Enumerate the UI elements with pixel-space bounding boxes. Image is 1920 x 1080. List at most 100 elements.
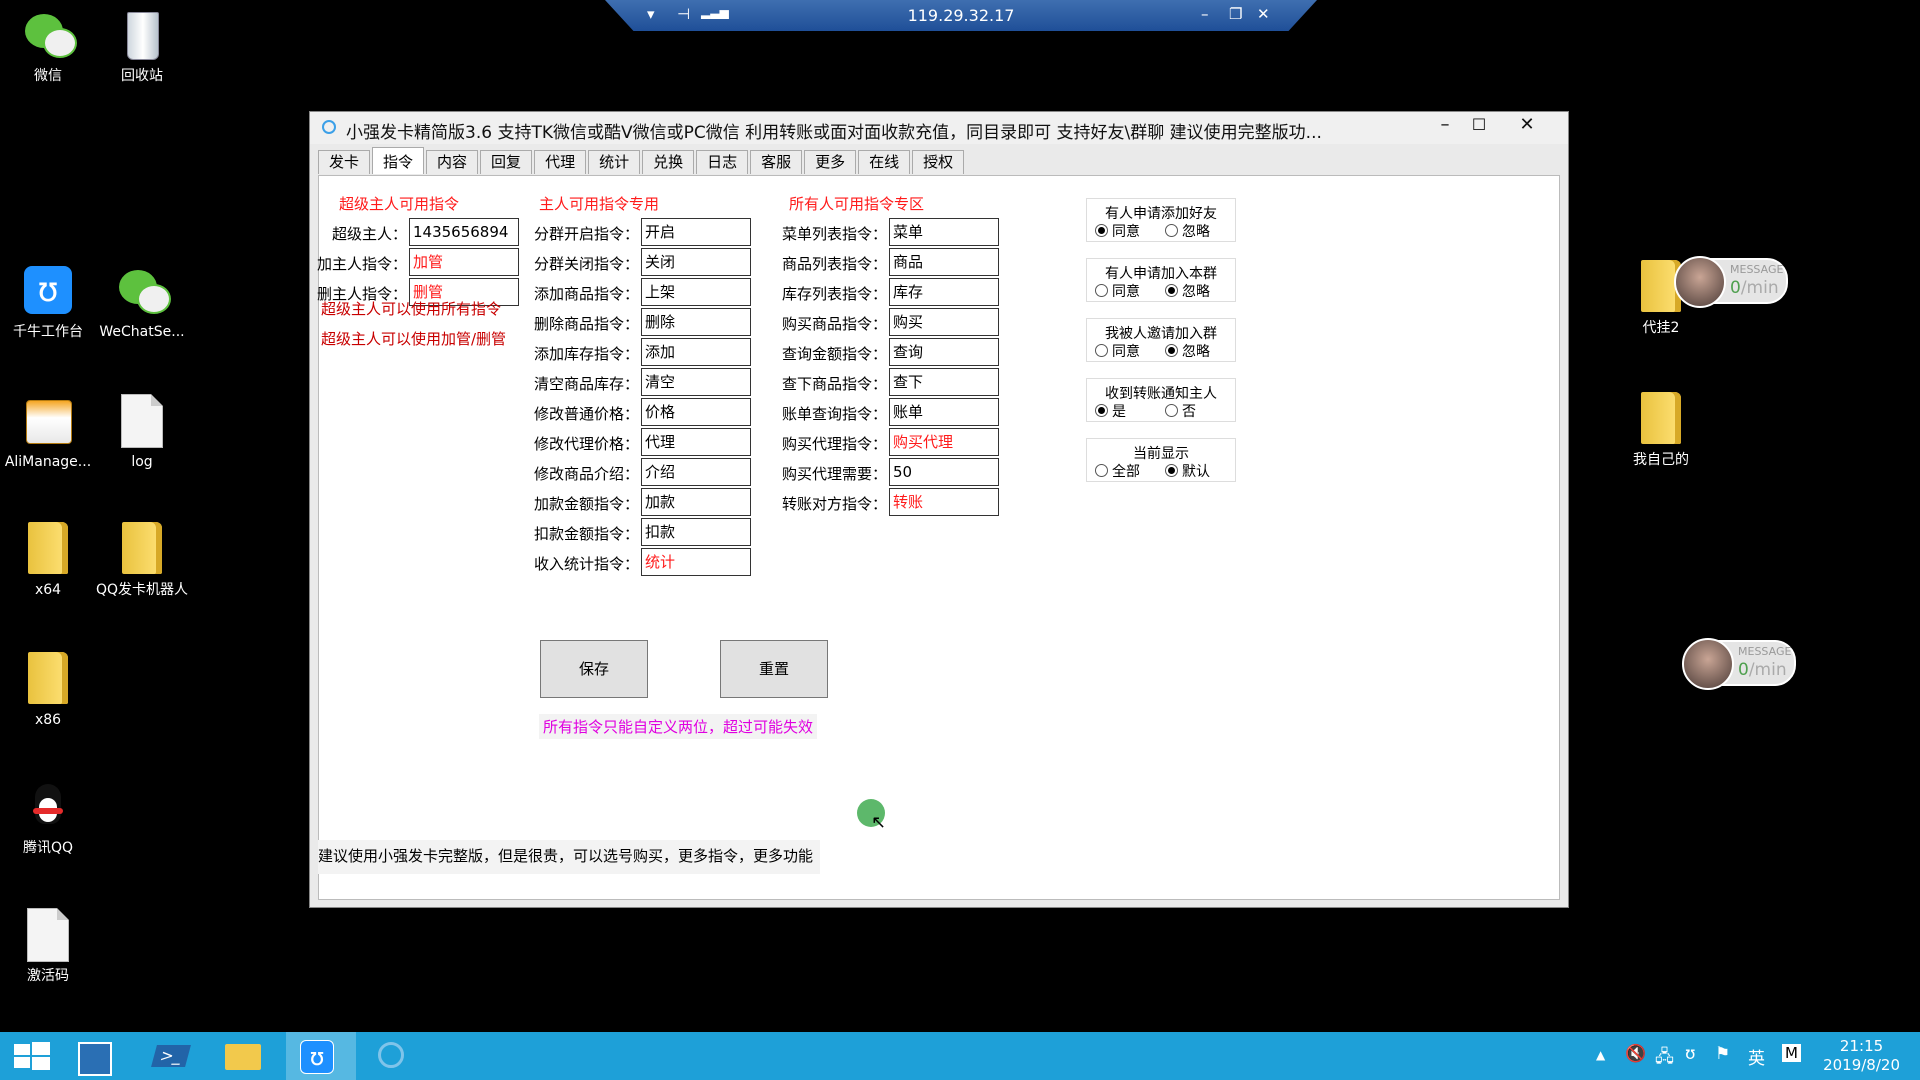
file-explorer-icon[interactable]: [215, 1032, 285, 1080]
radio-option[interactable]: 否: [1165, 401, 1196, 421]
radio-option[interactable]: 全部: [1095, 461, 1140, 481]
desktop-icon-qq-card-robot[interactable]: QQ发卡机器人: [94, 522, 190, 599]
radio-option[interactable]: 同意: [1095, 221, 1140, 241]
save-button[interactable]: 保存: [540, 640, 648, 698]
radio-button-icon[interactable]: [1095, 284, 1108, 297]
radio-option[interactable]: 默认: [1165, 461, 1210, 481]
tab-redeem[interactable]: 兑换: [642, 150, 695, 174]
command-input[interactable]: 查询: [889, 338, 999, 366]
command-input[interactable]: 1435656894: [409, 218, 519, 246]
radio-option[interactable]: 是: [1095, 401, 1126, 421]
window-titlebar[interactable]: 小强发卡精简版3.6 支持TK微信或酷V微信或PC微信 利用转账或面对面收款充值…: [310, 112, 1568, 144]
radio-option[interactable]: 同意: [1095, 341, 1140, 361]
command-input[interactable]: 购买: [889, 308, 999, 336]
command-input[interactable]: 库存: [889, 278, 999, 306]
desktop-icon-tencent-qq[interactable]: 腾讯QQ: [0, 780, 96, 857]
radio-button-icon[interactable]: [1165, 404, 1178, 417]
reset-button[interactable]: 重置: [720, 640, 828, 698]
command-input[interactable]: 购买代理: [889, 428, 999, 456]
message-rate-widget[interactable]: MESSAGE 0/min: [1674, 256, 1788, 308]
desktop-icon-wechat[interactable]: 微信: [0, 8, 96, 85]
command-input[interactable]: 商品: [889, 248, 999, 276]
message-widget-title: MESSAGE: [1738, 645, 1792, 658]
tab-reply[interactable]: 回复: [480, 150, 533, 174]
radio-option-label: 同意: [1112, 344, 1140, 360]
desktop-icon-x64[interactable]: x64: [0, 522, 96, 599]
command-input[interactable]: 价格: [641, 398, 751, 426]
maximize-button[interactable]: ☐: [1462, 112, 1496, 140]
command-input[interactable]: 代理: [641, 428, 751, 456]
radio-button-icon[interactable]: [1165, 224, 1178, 237]
command-input[interactable]: 转账: [889, 488, 999, 516]
message-rate-widget[interactable]: MESSAGE 0/min: [1682, 638, 1796, 690]
radio-button-icon[interactable]: [1095, 224, 1108, 237]
command-input[interactable]: 统计: [641, 548, 751, 576]
qianniu-taskbar-icon[interactable]: ʊ: [286, 1032, 356, 1080]
restore-icon[interactable]: ❐: [1229, 5, 1242, 23]
desktop-icon-my-own[interactable]: 我自己的: [1613, 392, 1709, 469]
radio-option[interactable]: 忽略: [1165, 281, 1210, 301]
tab-customer-service[interactable]: 客服: [750, 150, 803, 174]
ime-mode-indicator[interactable]: M: [1782, 1044, 1801, 1062]
start-button[interactable]: [0, 1032, 70, 1080]
command-input[interactable]: 50: [889, 458, 999, 486]
command-input[interactable]: 清空: [641, 368, 751, 396]
radio-option[interactable]: 同意: [1095, 281, 1140, 301]
tab-fa-ka[interactable]: 发卡: [318, 150, 371, 174]
network-icon[interactable]: 🖧: [1655, 1044, 1674, 1073]
command-input[interactable]: 加款: [641, 488, 751, 516]
radio-option[interactable]: 忽略: [1165, 221, 1210, 241]
app-taskbar-icon[interactable]: [358, 1032, 428, 1080]
tab-content[interactable]: 内容: [426, 150, 479, 174]
desktop-icon-alimanager[interactable]: AliManage...: [0, 394, 96, 471]
desktop-icon-wechat-setup[interactable]: WeChatSe...: [94, 264, 190, 341]
powershell-icon[interactable]: >_: [140, 1032, 210, 1080]
command-input[interactable]: 添加: [641, 338, 751, 366]
desktop-icon-x86[interactable]: x86: [0, 652, 96, 729]
radio-button-icon[interactable]: [1095, 344, 1108, 357]
radio-option[interactable]: 忽略: [1165, 341, 1210, 361]
command-input[interactable]: 删除: [641, 308, 751, 336]
command-input[interactable]: 加管: [409, 248, 519, 276]
close-button[interactable]: ✕: [1510, 112, 1544, 140]
radio-button-icon[interactable]: [1095, 404, 1108, 417]
qianniu-tray-icon[interactable]: ʊ: [1685, 1044, 1696, 1064]
tab-commands[interactable]: 指令: [372, 147, 425, 174]
window-title: 小强发卡精简版3.6 支持TK微信或酷V微信或PC微信 利用转账或面对面收款充值…: [346, 123, 1322, 143]
radio-button-icon[interactable]: [1165, 284, 1178, 297]
desktop-icon-recycle-bin[interactable]: 回收站: [94, 8, 190, 85]
command-input[interactable]: 账单: [889, 398, 999, 426]
command-input[interactable]: 菜单: [889, 218, 999, 246]
tab-agent[interactable]: 代理: [534, 150, 587, 174]
wechat-icon: [21, 8, 77, 62]
radio-button-icon[interactable]: [1165, 344, 1178, 357]
tab-statistics[interactable]: 统计: [588, 150, 641, 174]
show-hidden-icons[interactable]: ▲: [1596, 1048, 1605, 1062]
folder-icon: [21, 522, 75, 576]
radio-button-icon[interactable]: [1095, 464, 1108, 477]
command-input[interactable]: 关闭: [641, 248, 751, 276]
tab-more[interactable]: 更多: [804, 150, 857, 174]
volume-muted-icon[interactable]: 🔇: [1625, 1044, 1646, 1064]
option-group: 当前显示 全部 默认: [1086, 438, 1236, 482]
close-icon[interactable]: ✕: [1257, 5, 1270, 23]
flag-icon[interactable]: ⚑: [1715, 1044, 1730, 1064]
tab-online[interactable]: 在线: [858, 150, 911, 174]
desktop-icon-log[interactable]: log: [94, 394, 190, 471]
radio-button-icon[interactable]: [1165, 464, 1178, 477]
minimize-icon[interactable]: –: [1201, 5, 1209, 23]
command-input[interactable]: 查下: [889, 368, 999, 396]
desktop-icon-qianniu[interactable]: ʊ 千牛工作台: [0, 264, 96, 341]
system-clock[interactable]: 21:15 2019/8/20: [1823, 1037, 1900, 1075]
server-manager-icon[interactable]: [70, 1032, 140, 1080]
tab-log[interactable]: 日志: [696, 150, 749, 174]
minimize-button[interactable]: –: [1428, 112, 1462, 140]
command-input[interactable]: 扣款: [641, 518, 751, 546]
tab-authorize[interactable]: 授权: [912, 150, 965, 174]
command-input[interactable]: 开启: [641, 218, 751, 246]
ime-language-indicator[interactable]: 英: [1748, 1044, 1765, 1069]
clock-date: 2019/8/20: [1823, 1056, 1900, 1074]
command-input[interactable]: 介绍: [641, 458, 751, 486]
command-input[interactable]: 上架: [641, 278, 751, 306]
desktop-icon-activation-code[interactable]: 激活码: [0, 908, 96, 985]
